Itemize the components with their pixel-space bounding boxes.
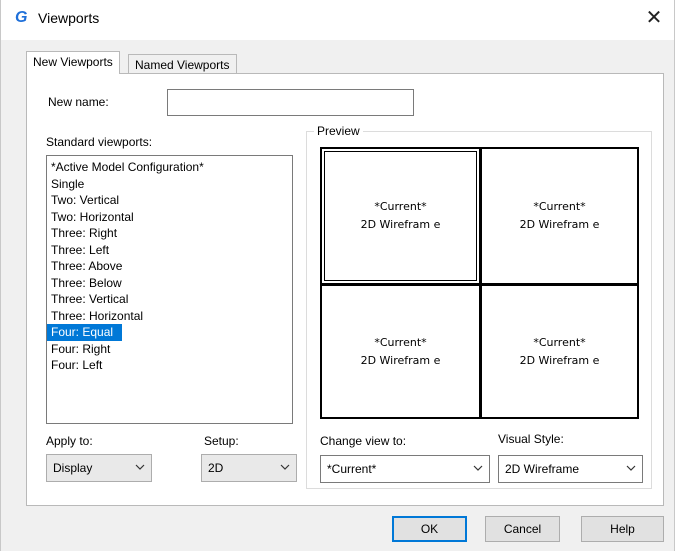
apply-to-value: Display	[53, 461, 93, 475]
change-view-to-value: *Current*	[327, 462, 377, 476]
preview-label: Preview	[314, 124, 363, 138]
chevron-down-icon	[473, 465, 483, 471]
viewport-visual-style: 2D Wirefram e	[360, 353, 441, 367]
visual-style-value: 2D Wireframe	[505, 462, 580, 476]
window-title: Viewports	[38, 10, 100, 26]
viewport-preview-top-left[interactable]: *Current* 2D Wirefram e	[322, 149, 479, 283]
ok-button[interactable]: OK	[392, 516, 467, 542]
viewport-preview-bottom-left[interactable]: *Current* 2D Wirefram e	[322, 286, 479, 417]
tab-named-viewports[interactable]: Named Viewports	[128, 54, 237, 74]
setup-label: Setup:	[204, 434, 239, 448]
list-item[interactable]: *Active Model Configuration*	[47, 159, 292, 176]
chevron-down-icon	[626, 465, 636, 471]
apply-to-dropdown[interactable]: Display	[46, 454, 152, 482]
help-button[interactable]: Help	[581, 516, 664, 542]
list-item[interactable]: Four: Right	[47, 341, 292, 358]
list-item[interactable]: Three: Left	[47, 242, 292, 259]
setup-value: 2D	[208, 461, 224, 475]
new-name-label: New name:	[48, 95, 109, 109]
app-logo-icon: G	[15, 9, 28, 26]
visual-style-label: Visual Style:	[498, 432, 564, 446]
viewport-visual-style: 2D Wirefram e	[519, 353, 600, 367]
viewport-visual-style: 2D Wirefram e	[360, 218, 441, 231]
list-item[interactable]: Two: Horizontal	[47, 209, 292, 226]
list-item[interactable]: Four: Left	[47, 357, 292, 374]
tab-new-viewports[interactable]: New Viewports	[26, 51, 120, 74]
viewport-preview-bottom-right[interactable]: *Current* 2D Wirefram e	[482, 286, 637, 417]
apply-to-label: Apply to:	[46, 434, 93, 448]
change-view-to-dropdown[interactable]: *Current*	[320, 455, 490, 483]
list-item[interactable]: Single	[47, 176, 292, 193]
chevron-down-icon	[280, 464, 290, 470]
close-icon[interactable]: ✕	[642, 6, 666, 30]
standard-viewports-label: Standard viewports:	[46, 135, 153, 149]
title-bar: G Viewports ✕	[1, 0, 674, 40]
viewport-preview-top-right[interactable]: *Current* 2D Wirefram e	[482, 149, 637, 283]
setup-dropdown[interactable]: 2D	[201, 454, 297, 482]
visual-style-dropdown[interactable]: 2D Wireframe	[498, 455, 643, 483]
list-item-selected[interactable]: Four: Equal	[47, 324, 122, 341]
viewport-view-name: *Current*	[533, 335, 586, 349]
chevron-down-icon	[135, 464, 145, 470]
viewport-view-name: *Current*	[533, 200, 586, 213]
viewports-dialog: G Viewports ✕ New Viewports Named Viewpo…	[0, 0, 675, 551]
standard-viewports-list[interactable]: *Active Model Configuration* Single Two:…	[46, 155, 293, 424]
list-item[interactable]: Three: Horizontal	[47, 308, 292, 325]
viewport-visual-style: 2D Wirefram e	[519, 218, 600, 231]
list-item[interactable]: Three: Vertical	[47, 291, 292, 308]
list-item[interactable]: Three: Below	[47, 275, 292, 292]
list-item[interactable]: Two: Vertical	[47, 192, 292, 209]
cancel-button[interactable]: Cancel	[485, 516, 560, 542]
viewport-view-name: *Current*	[374, 200, 427, 213]
change-view-to-label: Change view to:	[320, 434, 407, 448]
preview-area: *Current* 2D Wirefram e *Current* 2D Wir…	[320, 147, 639, 419]
viewport-view-name: *Current*	[374, 335, 427, 349]
new-name-input[interactable]	[167, 89, 414, 116]
list-item[interactable]: Three: Above	[47, 258, 292, 275]
list-item[interactable]: Three: Right	[47, 225, 292, 242]
